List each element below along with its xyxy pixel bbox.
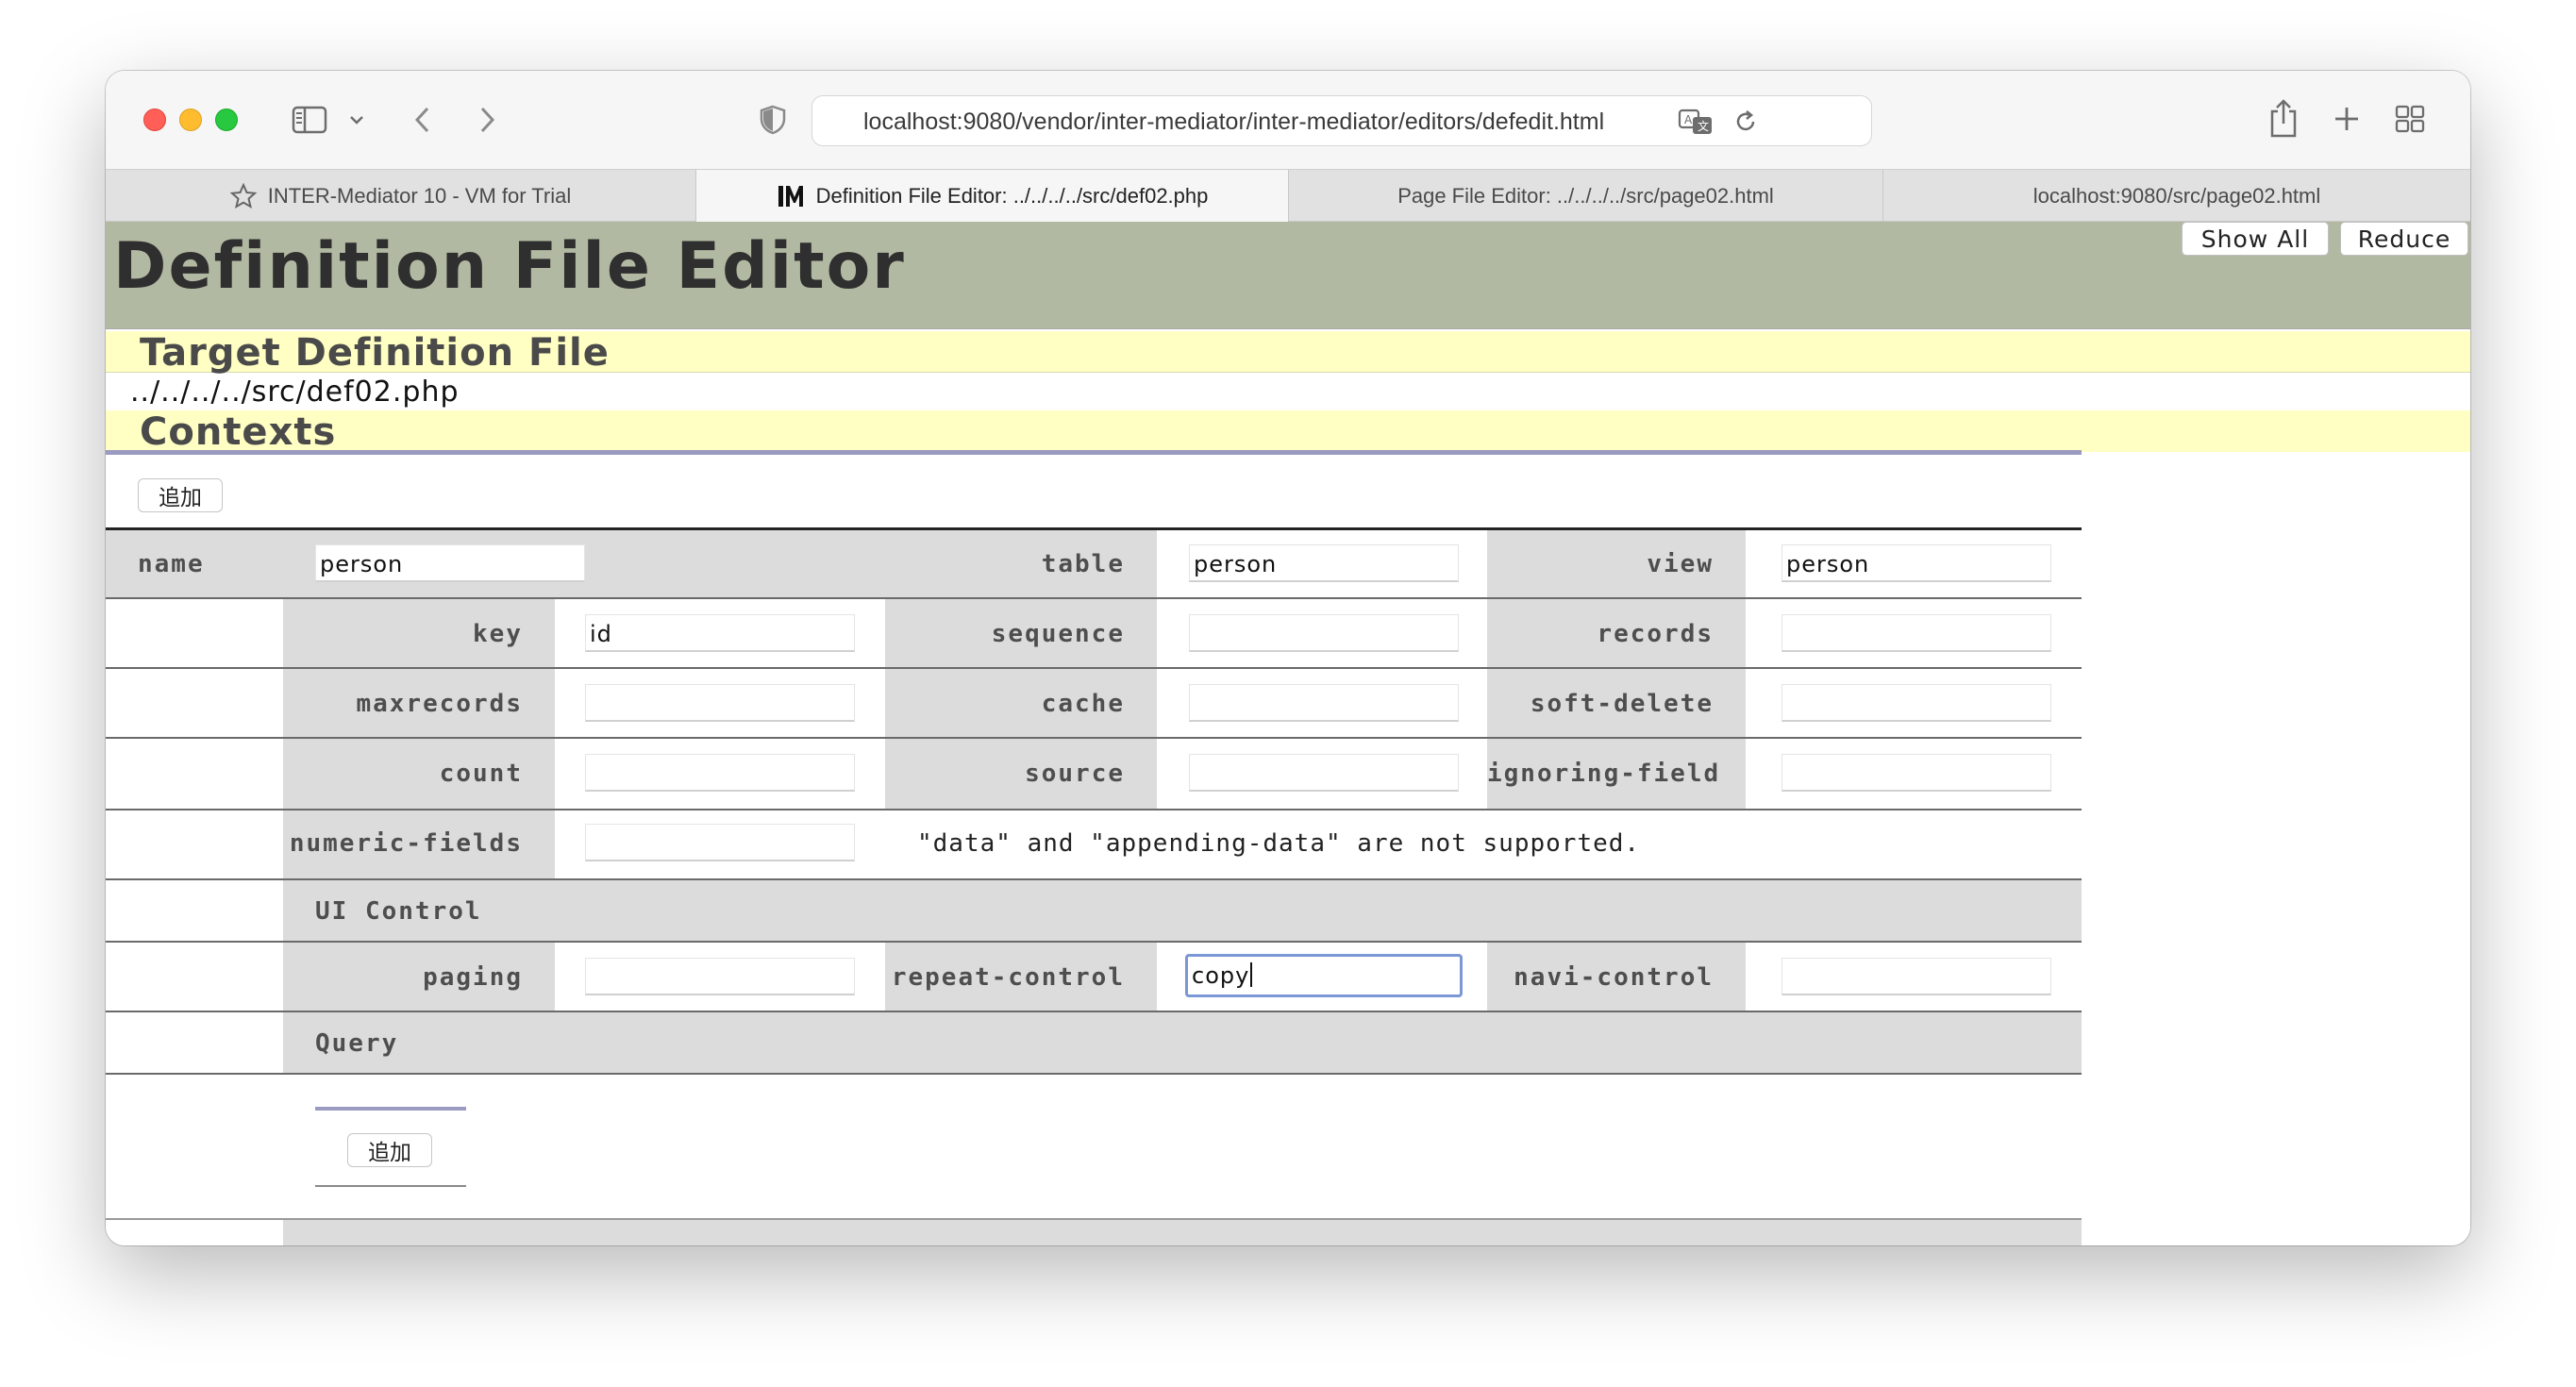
label-numeric-fields: numeric-fields [289,829,523,858]
sequence-field[interactable] [1189,614,1459,652]
label-source: source [1025,760,1125,788]
numeric-fields-field[interactable] [585,824,855,861]
paging-field[interactable] [585,958,855,995]
share-icon[interactable] [2267,97,2300,139]
repeat-control-value: copy [1192,962,1250,989]
sidebar-toggle-icon[interactable] [291,103,328,137]
editor-header: Definition File Editor Show All Reduce [106,222,2470,329]
back-icon[interactable] [408,103,436,137]
contexts-heading: Contexts [140,410,337,454]
name-field[interactable]: person [315,544,585,582]
key-field[interactable]: id [585,614,855,652]
close-window-button[interactable] [143,109,166,131]
reduce-button[interactable]: Reduce [2340,222,2468,256]
source-field[interactable] [1189,754,1459,792]
forward-icon[interactable] [474,103,502,137]
target-file-path: ../../../../src/def02.php [130,376,460,409]
tab-label: INTER-Mediator 10 - VM for Trial [267,183,572,208]
add-context-button[interactable]: 追加 [138,478,223,512]
tab-label: Definition File Editor: ../../../../src/… [815,184,1209,208]
address-bar[interactable]: localhost:9080/vendor/inter-mediator/int… [811,95,1872,146]
label-navi-control: navi-control [1514,963,1714,992]
reload-icon[interactable] [1731,108,1760,136]
star-icon [229,182,257,209]
query-bottom-border [315,1185,466,1187]
label-repeat-control: repeat-control [891,963,1125,992]
query-top-border [315,1107,466,1111]
cache-field[interactable] [1189,684,1459,722]
svg-text:文: 文 [1698,119,1709,133]
tab-label: localhost:9080/src/page02.html [2032,183,2321,208]
tab-definition-file-editor[interactable]: Definition File Editor: ../../../../src/… [696,170,1289,223]
label-cache: cache [1041,690,1125,718]
tab-overview-icon[interactable] [2393,103,2427,135]
label-sequence: sequence [991,620,1125,648]
show-all-button[interactable]: Show All [2182,222,2329,256]
unsupported-note: "data" and "appending-data" are not supp… [917,829,1641,858]
count-field[interactable] [585,754,855,792]
label-name: name [138,550,205,578]
tab-localhost-page02[interactable]: localhost:9080/src/page02.html [1883,170,2470,222]
ui-control-heading: UI Control [315,897,482,926]
tab-inter-mediator-trial[interactable]: INTER-Mediator 10 - VM for Trial [106,170,696,222]
new-tab-icon[interactable] [2331,103,2363,135]
soft-delete-field[interactable] [1781,684,2051,722]
maxrecords-field[interactable] [585,684,855,722]
svg-text:A: A [1684,113,1693,126]
label-count: count [439,760,523,788]
navi-control-field[interactable] [1781,958,2051,995]
target-section-bar: Target Definition File [106,331,2470,375]
table-field[interactable]: person [1189,544,1459,582]
tab-page-file-editor[interactable]: Page File Editor: ../../../../src/page02… [1289,170,1883,222]
view-field[interactable]: person [1781,544,2051,582]
chevron-down-icon[interactable] [345,109,368,131]
records-field[interactable] [1781,614,2051,652]
label-paging: paging [423,963,523,992]
maximize-window-button[interactable] [215,109,238,131]
repeat-control-field[interactable]: copy [1185,954,1463,997]
minimize-window-button[interactable] [179,109,202,131]
text-caret [1250,962,1253,987]
contexts-section-bar: Contexts [106,410,2470,454]
label-key: key [473,620,523,648]
label-soft-delete: soft-delete [1530,690,1714,718]
url-text: localhost:9080/vendor/inter-mediator/int… [863,109,1605,135]
label-records: records [1597,620,1714,648]
label-table: table [1041,550,1125,578]
privacy-shield-icon[interactable] [757,103,789,137]
query-heading: Query [315,1029,399,1058]
browser-toolbar: localhost:9080/vendor/inter-mediator/int… [106,71,2470,169]
target-heading: Target Definition File [140,331,610,375]
contexts-top-border [106,450,2082,455]
tab-label: Page File Editor: ../../../../src/page02… [1397,183,1774,208]
page-title: Definition File Editor [113,229,906,304]
im-logo-icon [777,184,805,209]
label-maxrecords: maxrecords [356,690,523,718]
ignoring-field-field[interactable] [1781,754,2051,792]
translate-icon[interactable]: A文 [1677,106,1715,138]
page-content: Definition File Editor Show All Reduce T… [106,222,2470,1245]
browser-window: localhost:9080/vendor/inter-mediator/int… [106,71,2470,1245]
label-view: view [1647,550,1714,578]
label-ignoring-field: ignoring-field [1487,760,1721,788]
tab-bar: INTER-Mediator 10 - VM for Trial Definit… [106,169,2470,223]
add-query-button[interactable]: 追加 [347,1133,432,1167]
